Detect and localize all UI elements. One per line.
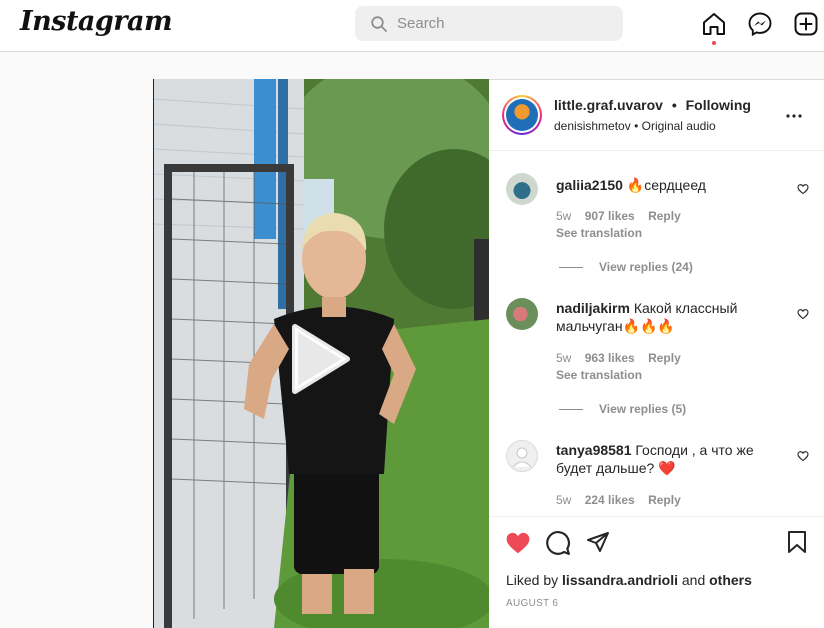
comment-like-icon[interactable] [797, 183, 809, 195]
comment-meta: 5w 224 likes Reply [556, 493, 691, 507]
post-video[interactable] [153, 79, 489, 628]
author-avatar[interactable] [502, 95, 542, 135]
audio-separator: • [634, 119, 639, 133]
reply-button[interactable]: Reply [648, 493, 681, 507]
more-options-icon[interactable] [785, 107, 803, 125]
comments-list[interactable]: galiia2150 🔥сердцеед 5w 907 likes Reply … [489, 152, 824, 516]
comment-age[interactable]: 5w [556, 351, 571, 365]
comment-meta: 5w 907 likes Reply [556, 209, 691, 223]
messenger-icon[interactable] [747, 11, 773, 37]
comment-body: 🔥сердцеед [626, 177, 706, 193]
home-icon[interactable] [701, 11, 727, 37]
reply-button[interactable]: Reply [648, 209, 681, 223]
liked-by-line: Liked by lissandra.andrioli and others [506, 572, 752, 588]
search-input[interactable] [397, 6, 607, 41]
replies-divider [559, 267, 583, 269]
view-replies-label: View replies (5) [599, 402, 687, 416]
commenter-username[interactable]: galiia2150 [556, 177, 623, 193]
post-side-panel: little.graf.uvarov • Following denisishm… [489, 79, 824, 628]
comment-text: galiia2150 🔥сердцеед [556, 176, 786, 194]
top-nav-bar: Instagram [0, 0, 824, 52]
search-box[interactable] [355, 6, 623, 41]
comment-likes[interactable]: 907 likes [585, 209, 635, 223]
instagram-logo[interactable]: Instagram [20, 6, 173, 37]
post-date[interactable]: AUGUST 6 [506, 598, 558, 609]
following-button[interactable]: Following [686, 97, 751, 113]
share-icon[interactable] [586, 530, 610, 554]
comment-like-icon[interactable] [797, 450, 809, 462]
search-icon [371, 16, 387, 32]
post-actions: Liked by lissandra.andrioli and others A… [489, 516, 824, 628]
comment-text: tanya98581 Господи , а что же будет даль… [556, 441, 786, 477]
new-post-icon[interactable] [793, 11, 819, 37]
see-translation-button[interactable]: See translation [556, 226, 642, 240]
default-avatar-icon [512, 447, 532, 468]
view-replies-button[interactable]: View replies (24) [559, 260, 693, 274]
liked-by-and: and [681, 572, 706, 588]
view-replies-label: View replies (24) [599, 260, 693, 274]
dot-separator: • [671, 97, 677, 113]
comment-likes[interactable]: 963 likes [585, 351, 635, 365]
play-icon[interactable] [275, 319, 355, 399]
post-header: little.graf.uvarov • Following denisishm… [489, 80, 824, 151]
commenter-avatar[interactable] [506, 298, 538, 330]
comment-like-icon[interactable] [797, 308, 809, 320]
liked-by-others[interactable]: others [709, 572, 752, 588]
commenter-username[interactable]: nadiljakirm [556, 300, 630, 316]
comment-meta: 5w 963 likes Reply [556, 351, 691, 365]
replies-divider [559, 409, 583, 411]
view-replies-button[interactable]: View replies (5) [559, 402, 686, 416]
comment-likes[interactable]: 224 likes [585, 493, 635, 507]
original-audio-link[interactable]: Original audio [642, 119, 716, 133]
save-icon[interactable] [786, 530, 808, 554]
author-line: little.graf.uvarov • Following [554, 97, 751, 113]
reply-button[interactable]: Reply [648, 351, 681, 365]
comment-age[interactable]: 5w [556, 209, 571, 223]
commenter-avatar[interactable] [506, 173, 538, 205]
see-translation-button[interactable]: See translation [556, 368, 642, 382]
commenter-username[interactable]: tanya98581 [556, 442, 632, 458]
like-icon[interactable] [505, 530, 531, 556]
commenter-avatar[interactable] [506, 440, 538, 472]
comment-age[interactable]: 5w [556, 493, 571, 507]
liked-by-prefix: Liked by [506, 572, 559, 588]
audio-artist-link[interactable]: denisishmetov [554, 119, 631, 133]
liked-by-user[interactable]: lissandra.andrioli [562, 572, 678, 588]
comment-text: nadiljakirm Какой классный мальчуган🔥🔥🔥 [556, 299, 786, 335]
comment-icon[interactable] [545, 530, 571, 556]
notification-dot [712, 41, 716, 45]
author-username[interactable]: little.graf.uvarov [554, 97, 663, 113]
audio-line: denisishmetov • Original audio [554, 119, 716, 133]
